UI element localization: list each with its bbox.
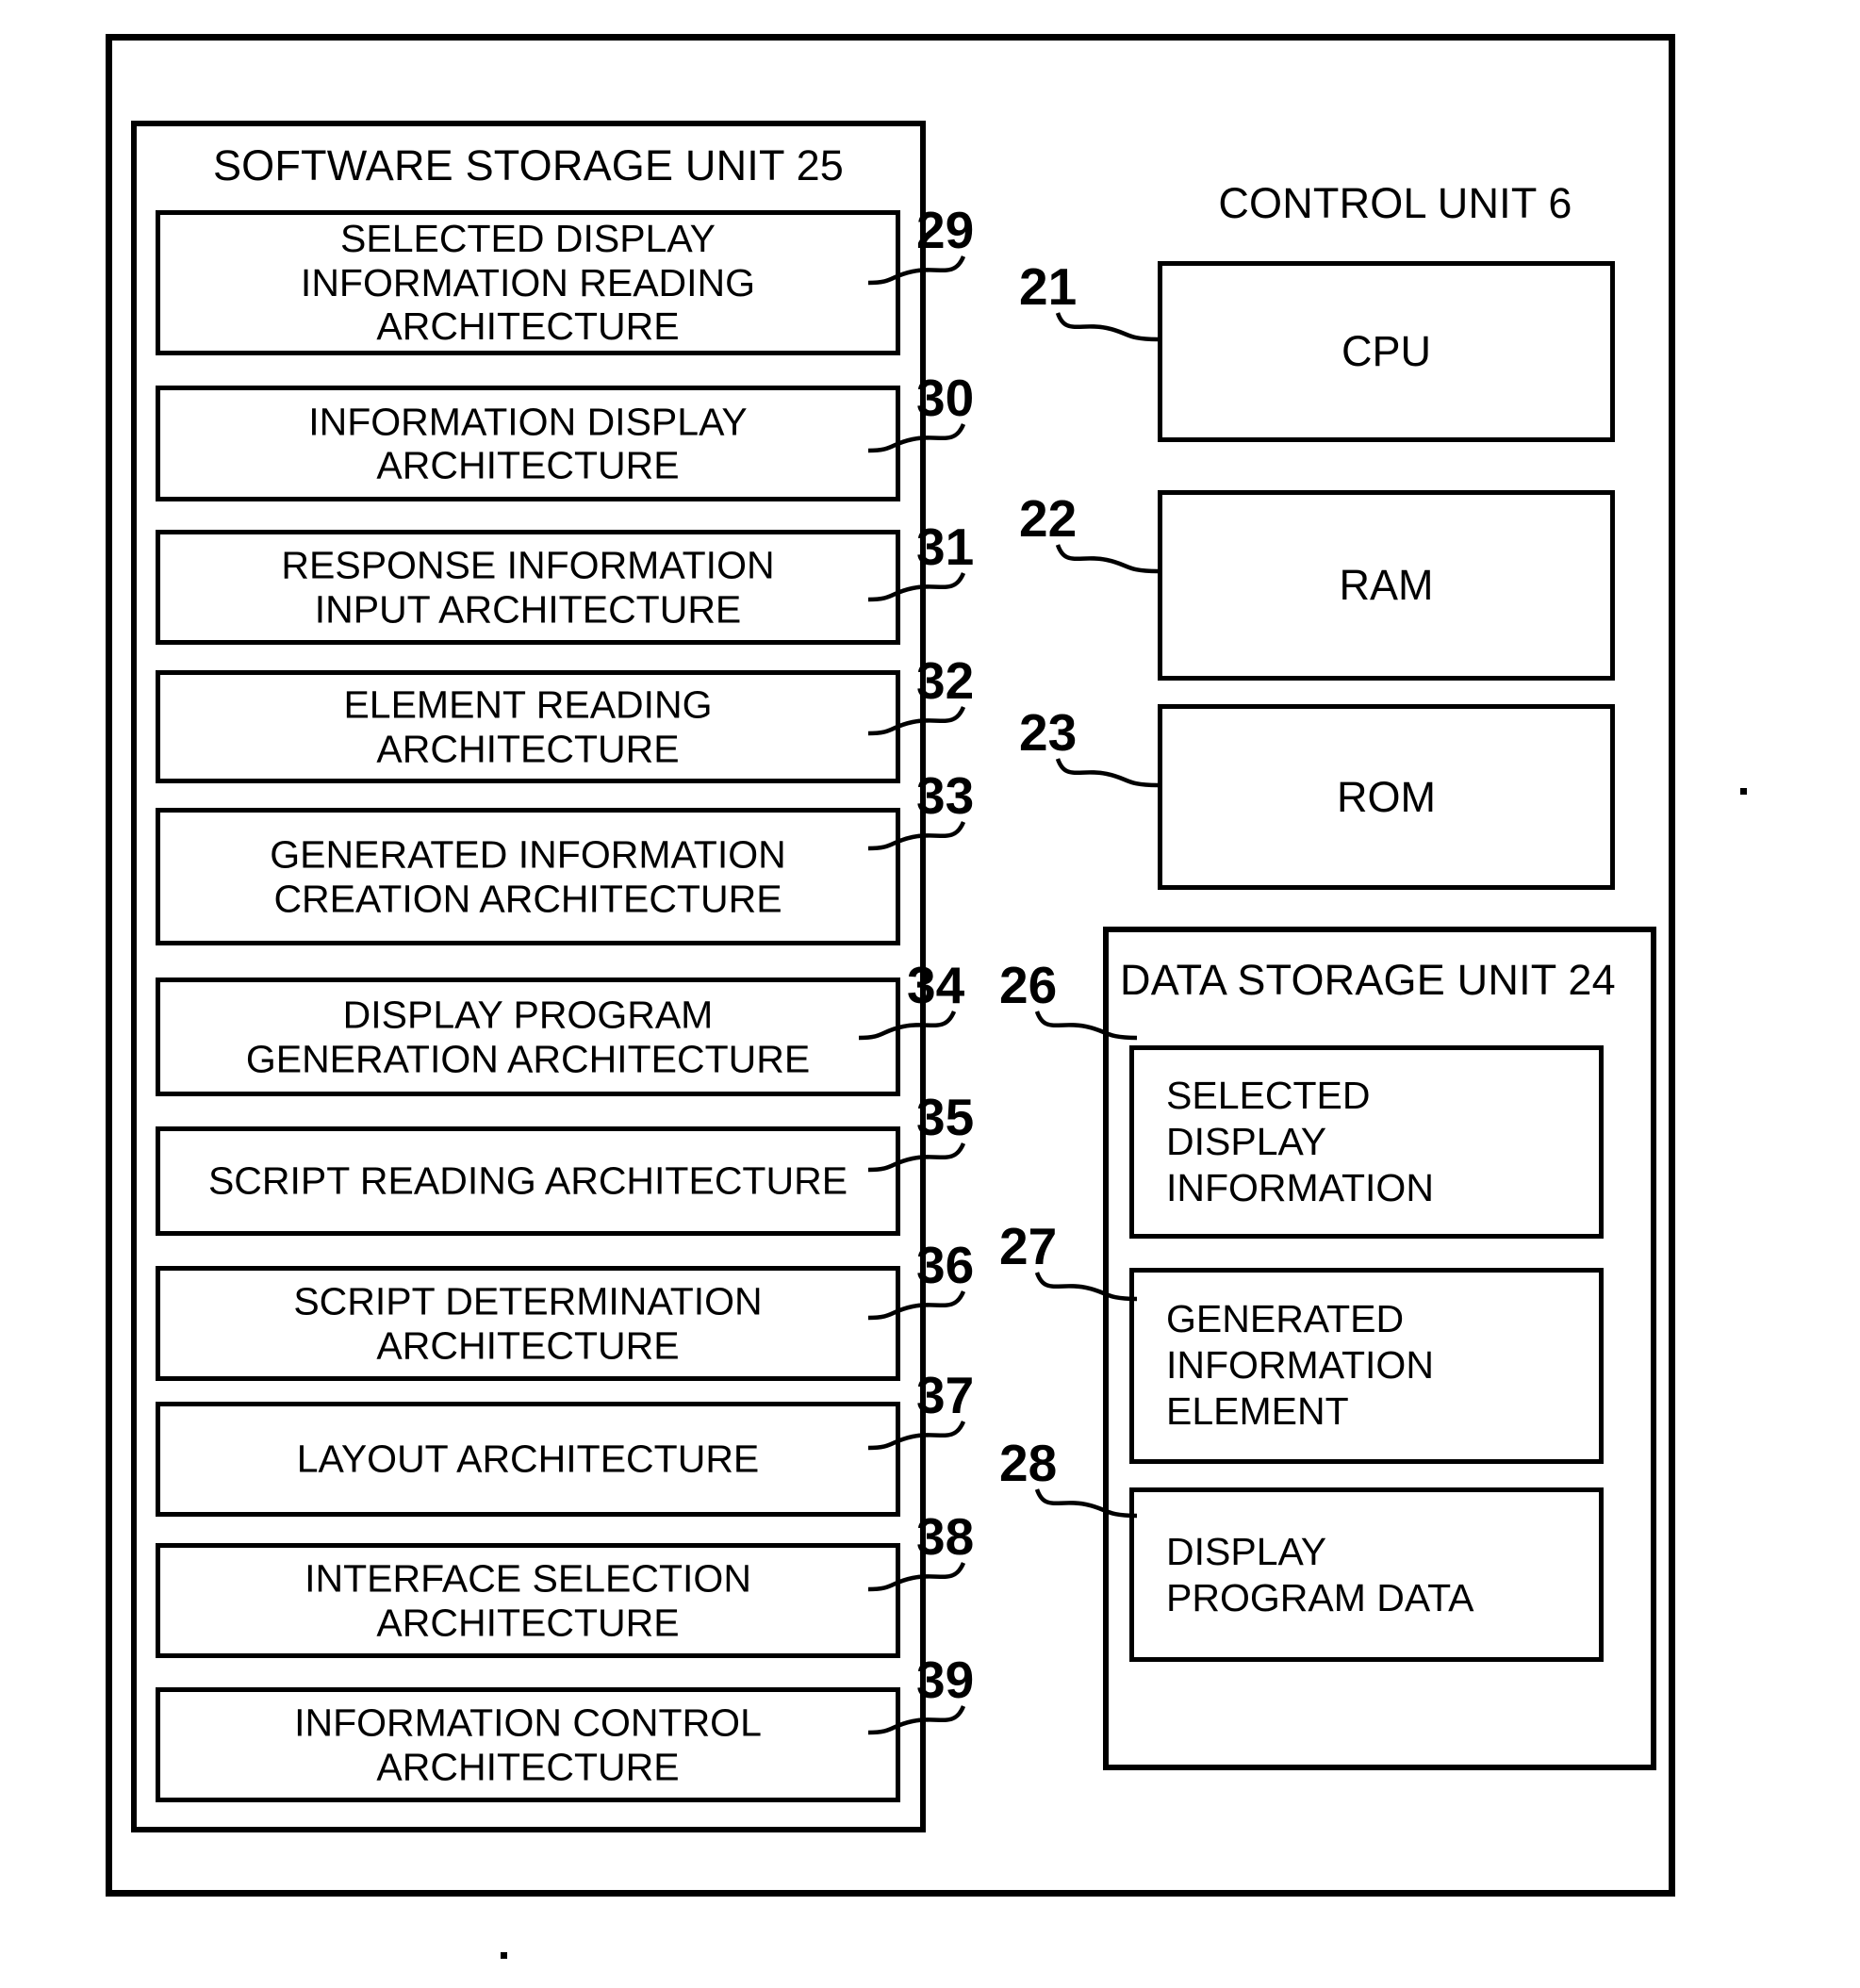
data-item-display-program-data: DISPLAY PROGRAM DATA <box>1129 1487 1604 1662</box>
ref-numeral-36: 36 <box>916 1236 975 1294</box>
module-label: INTERFACE SELECTION ARCHITECTURE <box>305 1556 751 1644</box>
module-layout: LAYOUT ARCHITECTURE <box>156 1402 900 1517</box>
ref-numeral-33: 33 <box>916 766 975 825</box>
ref-numeral-31: 31 <box>916 518 975 576</box>
control-unit-title: CONTROL UNIT 6 <box>1218 179 1572 227</box>
ref-numeral-27: 27 <box>999 1217 1058 1275</box>
chip-label: CPU <box>1341 327 1431 375</box>
data-item-generated-information-element: GENERATED INFORMATION ELEMENT <box>1129 1268 1604 1464</box>
data-item-label: SELECTED DISPLAY INFORMATION <box>1166 1073 1434 1210</box>
module-interface-selection: INTERFACE SELECTION ARCHITECTURE <box>156 1543 900 1658</box>
data-item-label: DISPLAY PROGRAM DATA <box>1166 1529 1474 1619</box>
scan-speck <box>1740 788 1747 795</box>
module-label: ELEMENT READING ARCHITECTURE <box>343 682 713 770</box>
chip-rom: ROM <box>1158 704 1615 890</box>
ref-numeral-38: 38 <box>916 1507 975 1566</box>
module-label: INFORMATION CONTROL ARCHITECTURE <box>294 1700 762 1788</box>
chip-ram: RAM <box>1158 490 1615 681</box>
chip-label: RAM <box>1339 561 1434 609</box>
software-storage-unit-title: SOFTWARE STORAGE UNIT 25 <box>212 141 845 189</box>
ref-numeral-28: 28 <box>999 1434 1058 1492</box>
chip-cpu: CPU <box>1158 261 1615 442</box>
module-element-reading: ELEMENT READING ARCHITECTURE <box>156 670 900 783</box>
module-generated-information-creation: GENERATED INFORMATION CREATION ARCHITECT… <box>156 808 900 945</box>
data-item-selected-display-information: SELECTED DISPLAY INFORMATION <box>1129 1045 1604 1239</box>
module-script-reading: SCRIPT READING ARCHITECTURE <box>156 1126 900 1236</box>
scan-speck <box>501 1952 507 1959</box>
module-label: INFORMATION DISPLAY ARCHITECTURE <box>308 399 748 487</box>
ref-numeral-35: 35 <box>916 1088 975 1146</box>
ref-numeral-23: 23 <box>1019 703 1078 762</box>
ref-numeral-29: 29 <box>916 201 975 259</box>
module-label: DISPLAY PROGRAM GENERATION ARCHITECTURE <box>245 993 811 1080</box>
ref-numeral-21: 21 <box>1019 257 1078 316</box>
chip-label: ROM <box>1337 772 1436 821</box>
module-label: LAYOUT ARCHITECTURE <box>296 1437 760 1481</box>
module-selected-display-information-reading: SELECTED DISPLAY INFORMATION READING ARC… <box>156 210 900 355</box>
ref-numeral-34: 34 <box>907 956 965 1014</box>
module-script-determination: SCRIPT DETERMINATION ARCHITECTURE <box>156 1266 900 1381</box>
ref-numeral-39: 39 <box>916 1651 975 1709</box>
data-storage-unit-title: DATA STORAGE UNIT 24 <box>1120 956 1616 1004</box>
module-label: GENERATED INFORMATION CREATION ARCHITECT… <box>270 832 786 920</box>
patent-figure: SOFTWARE STORAGE UNIT 25 SELECTED DISPLA… <box>0 0 1860 1988</box>
ref-numeral-26: 26 <box>999 956 1058 1014</box>
module-label: SCRIPT DETERMINATION ARCHITECTURE <box>293 1279 763 1367</box>
ref-numeral-32: 32 <box>916 651 975 710</box>
module-response-information-input: RESPONSE INFORMATION INPUT ARCHITECTURE <box>156 530 900 645</box>
ref-numeral-30: 30 <box>916 369 975 427</box>
module-label: SCRIPT READING ARCHITECTURE <box>207 1158 848 1203</box>
module-label: SELECTED DISPLAY INFORMATION READING ARC… <box>300 216 756 349</box>
module-information-display: INFORMATION DISPLAY ARCHITECTURE <box>156 386 900 501</box>
module-information-control: INFORMATION CONTROL ARCHITECTURE <box>156 1687 900 1802</box>
module-display-program-generation: DISPLAY PROGRAM GENERATION ARCHITECTURE <box>156 978 900 1096</box>
ref-numeral-37: 37 <box>916 1366 975 1424</box>
module-label: RESPONSE INFORMATION INPUT ARCHITECTURE <box>281 543 775 631</box>
data-item-label: GENERATED INFORMATION ELEMENT <box>1166 1297 1434 1434</box>
ref-numeral-22: 22 <box>1019 489 1078 548</box>
